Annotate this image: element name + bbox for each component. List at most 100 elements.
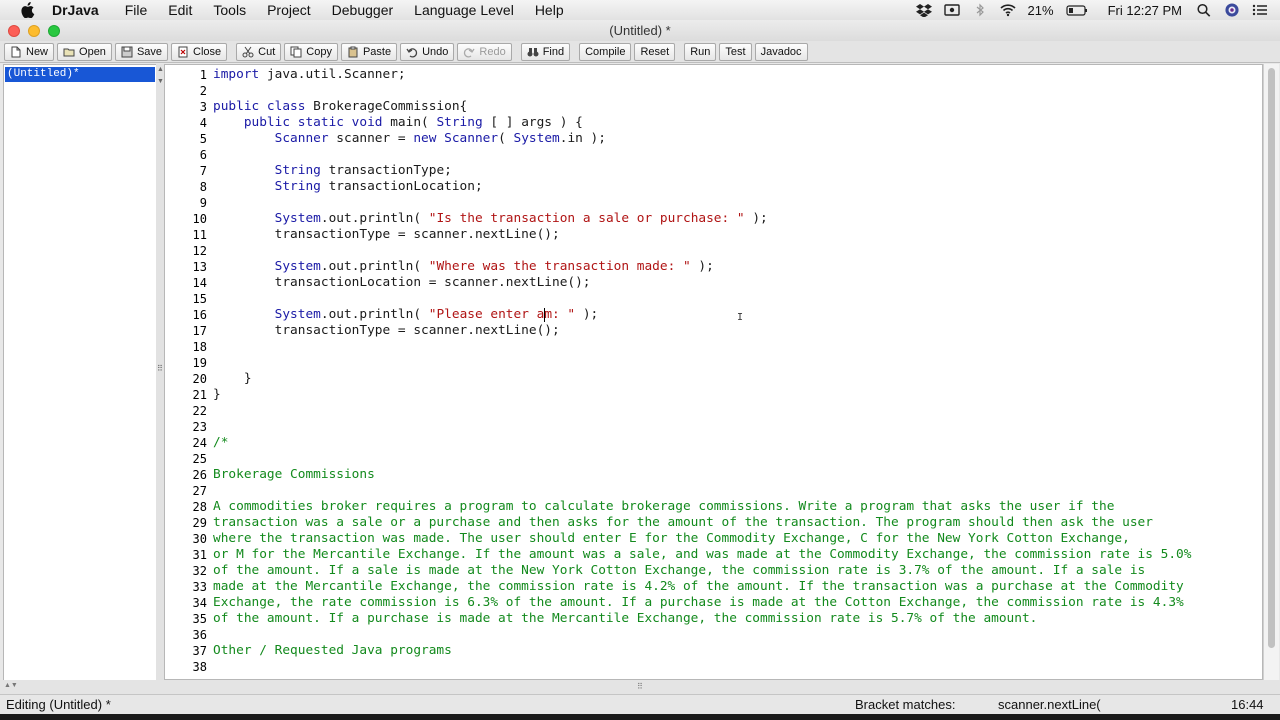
code-token: Exchange, the rate commission is 6.3% of… <box>213 595 1184 610</box>
undo-label: Undo <box>422 45 449 58</box>
window-title: (Untitled) * <box>609 23 671 38</box>
line-number-gutter: 1 2 3 4 5 6 7 8 9 10 11 12 13 14 15 16 17 18 19 20 21 22 23 24 2… <box>165 65 207 679</box>
window-title-bar[interactable]: (Untitled) * <box>0 20 1280 42</box>
new-button[interactable]: New <box>4 42 55 61</box>
spotlight-search-icon[interactable] <box>1196 3 1212 17</box>
code-line[interactable]: System.out.println( "Please enter am: " … <box>213 307 599 323</box>
splitter-grip-icon[interactable]: ⠿ <box>637 682 643 691</box>
code-line[interactable]: /* <box>213 435 228 451</box>
vertical-scrollbar[interactable] <box>1263 64 1279 680</box>
code-line[interactable]: transactionType = scanner.nextLine(); <box>213 227 560 243</box>
save-button[interactable]: Save <box>114 42 169 61</box>
javadoc-button[interactable]: Javadoc <box>754 42 808 61</box>
collapse-down-icon[interactable]: ▼ <box>157 78 164 85</box>
code-token: where the transaction was made. The user… <box>213 531 1130 546</box>
divider-grip-icon[interactable]: ⠿ <box>157 364 163 373</box>
battery-icon[interactable] <box>1065 3 1088 17</box>
code-line[interactable]: transaction was a sale or a purchase and… <box>213 515 1153 531</box>
wifi-icon[interactable] <box>999 3 1016 17</box>
reset-button[interactable]: Reset <box>634 42 676 61</box>
code-token: "Is the transaction a sale or purchase: … <box>428 211 745 226</box>
code-line[interactable]: String transactionLocation; <box>213 179 483 195</box>
notification-center-icon[interactable] <box>1252 3 1268 17</box>
bluetooth-icon[interactable] <box>972 3 988 17</box>
menu-debugger[interactable]: Debugger <box>332 2 394 18</box>
code-line[interactable]: of the amount. If a purchase is made at … <box>213 611 1037 627</box>
apple-icon[interactable] <box>21 2 35 18</box>
code-line[interactable]: Other / Requested Java programs <box>213 643 452 659</box>
code-line[interactable]: transactionType = scanner.nextLine(); <box>213 323 560 339</box>
code-line[interactable]: public class BrokerageCommission{ <box>213 99 467 115</box>
code-line[interactable]: of the amount. If a sale is made at the … <box>213 563 1145 579</box>
test-button[interactable]: Test <box>719 42 752 61</box>
code-line[interactable]: A commodities broker requires a program … <box>213 499 1114 515</box>
menu-edit[interactable]: Edit <box>168 2 192 18</box>
line-number: 21 <box>192 388 207 402</box>
menu-project[interactable]: Project <box>267 2 311 18</box>
horizontal-splitter[interactable]: ▲▼ ⠿ <box>0 680 1280 694</box>
code-line[interactable]: Exchange, the rate commission is 6.3% of… <box>213 595 1184 611</box>
close-file-icon <box>178 46 188 57</box>
app-menu-drjava[interactable]: DrJava <box>52 2 99 18</box>
javadoc-label: Javadoc <box>760 45 802 58</box>
code-line[interactable]: made at the Mercantile Exchange, the com… <box>213 579 1184 595</box>
code-line[interactable]: String transactionType; <box>213 163 452 179</box>
code-token: String <box>436 115 483 130</box>
code-token: of the amount. If a purchase is made at … <box>213 611 1038 626</box>
code-token: transactionType = scanner.nextLine(); <box>213 323 560 338</box>
code-token: .out.println( <box>320 211 429 226</box>
splitter-arrows-icon[interactable]: ▲▼ <box>4 682 18 689</box>
code-token: transactionLocation; <box>320 179 483 194</box>
line-number: 5 <box>199 132 207 146</box>
pane-divider[interactable]: ▲ ▼ ⠿ <box>156 64 164 680</box>
redo-button[interactable]: Redo <box>457 42 512 61</box>
code-token: Scanner <box>213 131 329 146</box>
binoculars-icon <box>527 47 539 56</box>
code-token: Other / Requested Java programs <box>213 643 452 658</box>
collapse-up-icon[interactable]: ▲ <box>157 66 164 73</box>
code-token: made at the Mercantile Exchange, the com… <box>213 579 1184 594</box>
code-token: System <box>213 259 321 274</box>
dropbox-icon[interactable] <box>915 3 932 17</box>
find-button[interactable]: Find <box>520 42 571 61</box>
code-editor[interactable]: 1 2 3 4 5 6 7 8 9 10 11 12 13 14 15 16 17 18 19 20 21 22 23 24 2… <box>164 64 1263 680</box>
code-line[interactable]: import java.util.Scanner; <box>213 67 406 83</box>
document-item-untitled[interactable]: (Untitled)* <box>5 67 155 82</box>
paste-button[interactable]: Paste <box>340 42 398 61</box>
line-number: 36 <box>192 628 207 642</box>
line-number: 8 <box>199 180 207 194</box>
screen-record-icon[interactable] <box>943 3 960 17</box>
cut-button[interactable]: Cut <box>236 42 282 61</box>
battery-percent: 21% <box>1027 2 1054 18</box>
menu-tools[interactable]: Tools <box>213 2 246 18</box>
open-button[interactable]: Open <box>57 42 112 61</box>
code-line[interactable]: System.out.println( "Is the transaction … <box>213 211 768 227</box>
close-button[interactable]: Close <box>171 42 228 61</box>
user-avatar-icon[interactable] <box>1224 3 1240 17</box>
menu-file[interactable]: File <box>125 2 148 18</box>
compile-button[interactable]: Compile <box>579 42 632 61</box>
clock[interactable]: Fri 12:27 PM <box>1108 3 1182 18</box>
code-token: transactionType; <box>320 163 452 178</box>
code-line[interactable]: System.out.println( "Where was the trans… <box>213 259 714 275</box>
line-number: 35 <box>192 612 207 626</box>
code-line[interactable]: transactionLocation = scanner.nextLine()… <box>213 275 591 291</box>
code-line[interactable]: public static void main( String [ ] args… <box>213 115 583 131</box>
code-token: java.util.Scanner; <box>259 67 406 82</box>
code-line[interactable]: or M for the Mercantile Exchange. If the… <box>213 547 1191 563</box>
menu-help[interactable]: Help <box>535 2 564 18</box>
code-line[interactable]: } <box>213 387 221 403</box>
copy-button[interactable]: Copy <box>284 42 338 61</box>
undo-button[interactable]: Undo <box>400 42 455 61</box>
code-line[interactable]: Brokerage Commissions <box>213 467 375 483</box>
code-line[interactable]: where the transaction was made. The user… <box>213 531 1130 547</box>
menu-language-level[interactable]: Language Level <box>414 2 514 18</box>
run-button[interactable]: Run <box>684 42 717 61</box>
code-token: public static void <box>213 115 383 130</box>
vertical-scroll-thumb[interactable] <box>1268 68 1275 648</box>
code-line[interactable]: } <box>213 371 252 387</box>
line-number: 22 <box>192 404 207 418</box>
code-line[interactable]: Scanner scanner = new Scanner( System.in… <box>213 131 606 147</box>
code-token: String <box>213 163 321 178</box>
line-number: 19 <box>192 356 207 370</box>
